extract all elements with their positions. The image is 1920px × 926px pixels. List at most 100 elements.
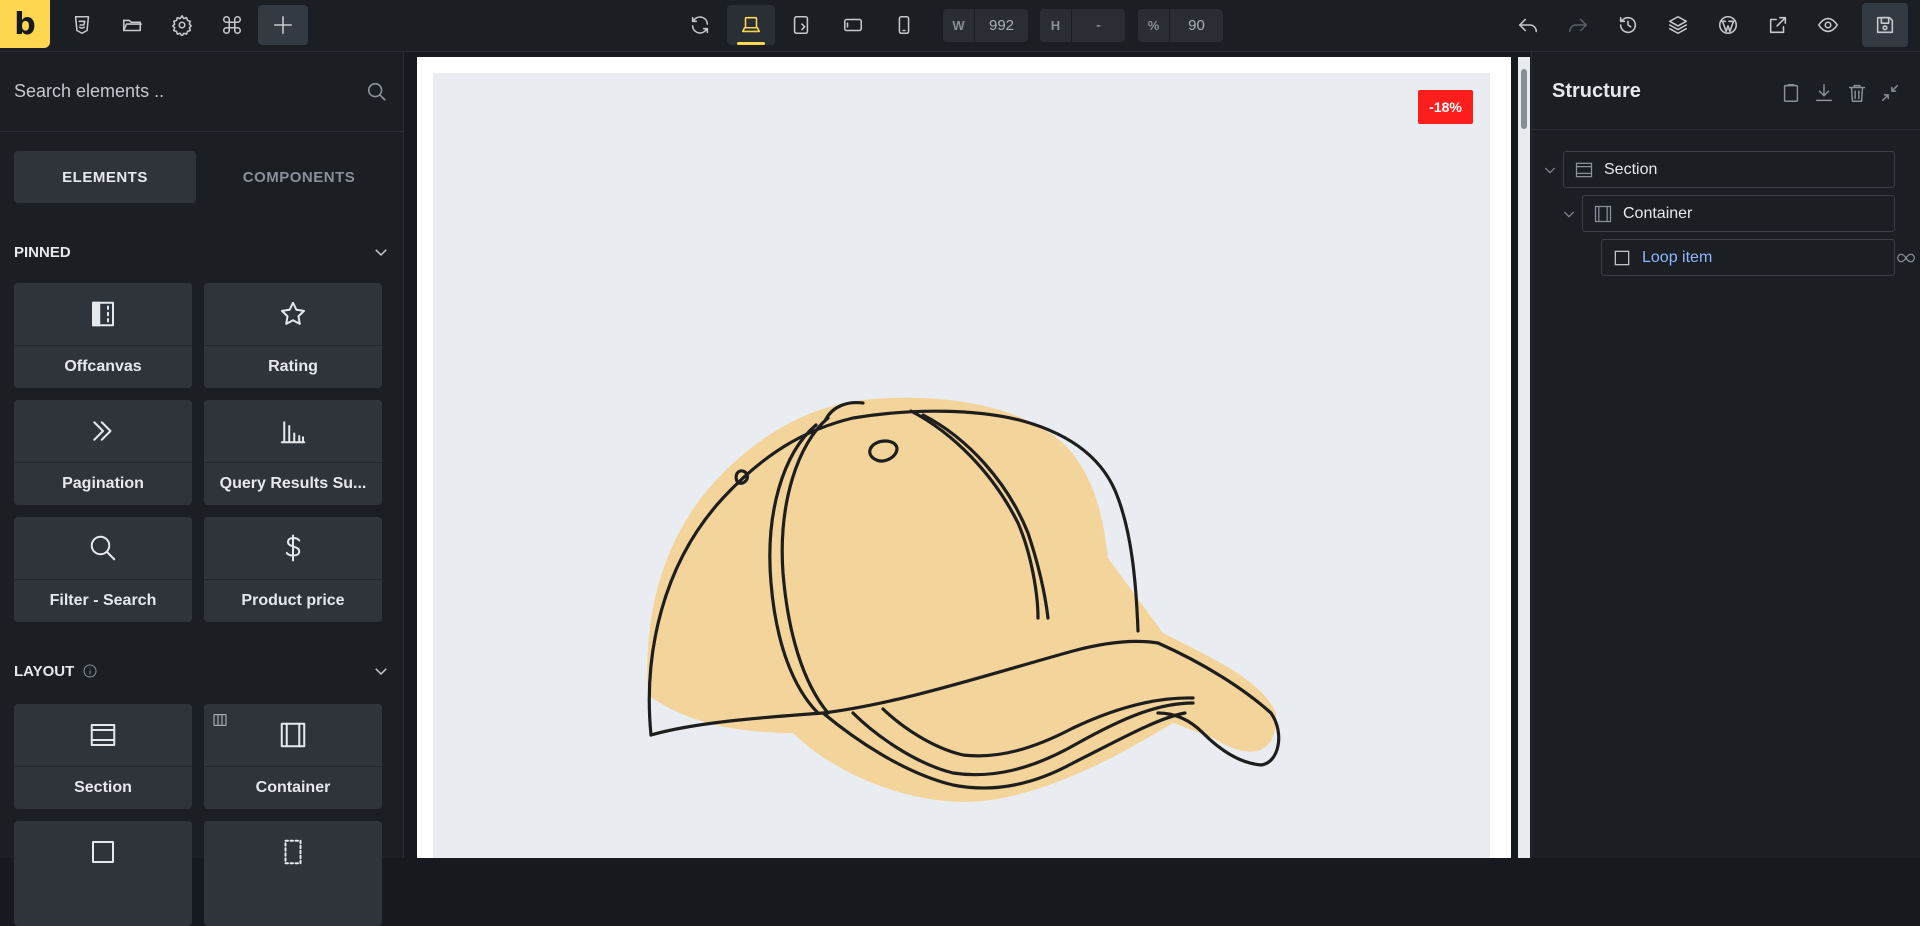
element-card-rating[interactable]: Rating <box>204 283 382 388</box>
infinity-loop-icon <box>1897 253 1915 263</box>
download-icon[interactable] <box>1813 82 1835 104</box>
mobile-icon[interactable] <box>884 5 924 45</box>
search-elements-input[interactable] <box>14 76 354 106</box>
element-card-pagination[interactable]: Pagination <box>14 400 192 505</box>
structure-item-loop-item[interactable]: Loop item <box>1601 239 1895 276</box>
section-icon <box>90 724 116 746</box>
height-value[interactable]: - <box>1072 17 1125 34</box>
page-preview: -18% <box>417 57 1511 858</box>
element-card-label: Container <box>255 779 331 796</box>
chevron-down-icon[interactable] <box>1542 162 1558 178</box>
element-card-container[interactable]: Container <box>204 704 382 809</box>
block-icon <box>1614 250 1630 265</box>
pinned-category-header[interactable]: PINNED <box>14 237 390 267</box>
pinned-title: PINNED <box>14 243 71 261</box>
element-card-label: Pagination <box>62 475 144 492</box>
elements-panel: ELEMENTS COMPONENTS PINNED Offcanvas Rat… <box>0 52 404 926</box>
history-icon[interactable] <box>1608 5 1648 45</box>
save-icon[interactable] <box>1862 3 1908 47</box>
zoom-field[interactable]: % 90 <box>1138 9 1223 42</box>
chevron-down-icon[interactable] <box>372 243 390 261</box>
structure-item-label: Loop item <box>1642 248 1713 266</box>
element-card-block[interactable] <box>14 821 192 926</box>
tablet-icon[interactable] <box>833 5 873 45</box>
structure-item-label: Section <box>1604 160 1658 178</box>
pinned-grid: Offcanvas Rating Pagination Query Result… <box>14 283 390 622</box>
command-icon[interactable] <box>212 5 252 45</box>
canvas-scrollbar-thumb[interactable] <box>1521 69 1527 129</box>
element-card-div[interactable] <box>204 821 382 926</box>
panel-tabs: ELEMENTS COMPONENTS <box>14 151 390 203</box>
chevron-down-icon[interactable] <box>372 662 390 680</box>
height-label: H <box>1040 9 1072 42</box>
dollar-icon <box>285 534 301 562</box>
width-field[interactable]: W 992 <box>943 9 1028 42</box>
width-label: W <box>943 9 975 42</box>
product-image[interactable]: -18% <box>433 73 1490 858</box>
columns-icon <box>213 714 227 726</box>
height-field[interactable]: H - <box>1040 9 1125 42</box>
structure-header: Structure <box>1532 52 1920 130</box>
block-icon <box>92 841 114 863</box>
structure-panel: Structure Section Container Loop item <box>1531 52 1920 858</box>
logo-letter: b <box>14 6 36 42</box>
info-icon[interactable] <box>82 663 98 679</box>
discount-badge: -18% <box>1418 90 1473 124</box>
structure-item-label: Container <box>1623 204 1693 222</box>
preview-eye-icon[interactable] <box>1808 5 1848 45</box>
redo-icon[interactable] <box>1558 5 1598 45</box>
div-icon <box>284 839 302 865</box>
search-bar <box>0 52 404 132</box>
template-icon[interactable] <box>62 5 102 45</box>
canvas-scrollbar[interactable] <box>1518 57 1530 858</box>
element-card-product-price[interactable]: Product price <box>204 517 382 622</box>
star-icon <box>281 301 305 325</box>
search-icon <box>90 535 116 561</box>
builder-canvas: -18% <box>405 52 1530 858</box>
section-icon <box>1575 162 1593 177</box>
layout-grid: Section Container <box>14 704 390 926</box>
container-icon <box>1594 205 1612 222</box>
add-element-icon[interactable] <box>258 5 308 45</box>
external-link-icon[interactable] <box>1758 5 1798 45</box>
search-icon[interactable] <box>366 81 388 103</box>
structure-title: Structure <box>1552 80 1641 102</box>
element-card-section[interactable]: Section <box>14 704 192 809</box>
chevron-down-icon[interactable] <box>1561 206 1577 222</box>
width-value[interactable]: 992 <box>975 17 1028 34</box>
tablet-landscape-icon[interactable] <box>781 5 821 45</box>
element-card-query-results-summary[interactable]: Query Results Su... <box>204 400 382 505</box>
layout-category-header[interactable]: LAYOUT <box>14 656 390 686</box>
double-chevron-icon <box>93 421 112 441</box>
element-card-label: Offcanvas <box>64 358 142 375</box>
zoom-value[interactable]: 90 <box>1170 17 1223 34</box>
undo-icon[interactable] <box>1508 5 1548 45</box>
offcanvas-icon <box>92 301 114 327</box>
element-card-label: Filter - Search <box>49 592 157 609</box>
collapse-icon[interactable] <box>1879 82 1901 104</box>
folder-icon[interactable] <box>112 5 152 45</box>
top-toolbar: b W 992 H - % 90 <box>0 0 1920 52</box>
laptop-device-icon[interactable] <box>727 5 775 45</box>
wordpress-icon[interactable] <box>1708 5 1748 45</box>
element-card-label: Product price <box>241 592 345 609</box>
bar-chart-icon <box>280 421 306 444</box>
baseball-cap-illustration <box>647 397 1281 802</box>
element-card-offcanvas[interactable]: Offcanvas <box>14 283 192 388</box>
clipboard-icon[interactable] <box>1780 82 1802 104</box>
element-card-filter-search[interactable]: Filter - Search <box>14 517 192 622</box>
container-icon <box>280 722 306 748</box>
builder-logo[interactable]: b <box>0 0 50 48</box>
structure-item-container[interactable]: Container <box>1582 195 1895 232</box>
refresh-icon[interactable] <box>680 5 720 45</box>
trash-icon[interactable] <box>1846 82 1868 104</box>
layers-icon[interactable] <box>1658 5 1698 45</box>
element-card-label: Rating <box>268 358 318 375</box>
element-card-label: Section <box>74 779 132 796</box>
settings-gear-icon[interactable] <box>162 5 202 45</box>
zoom-label: % <box>1138 9 1170 42</box>
structure-item-section[interactable]: Section <box>1563 151 1895 188</box>
tab-components[interactable]: COMPONENTS <box>208 151 390 203</box>
tab-elements[interactable]: ELEMENTS <box>14 151 196 203</box>
element-card-label: Query Results Su... <box>219 475 367 492</box>
